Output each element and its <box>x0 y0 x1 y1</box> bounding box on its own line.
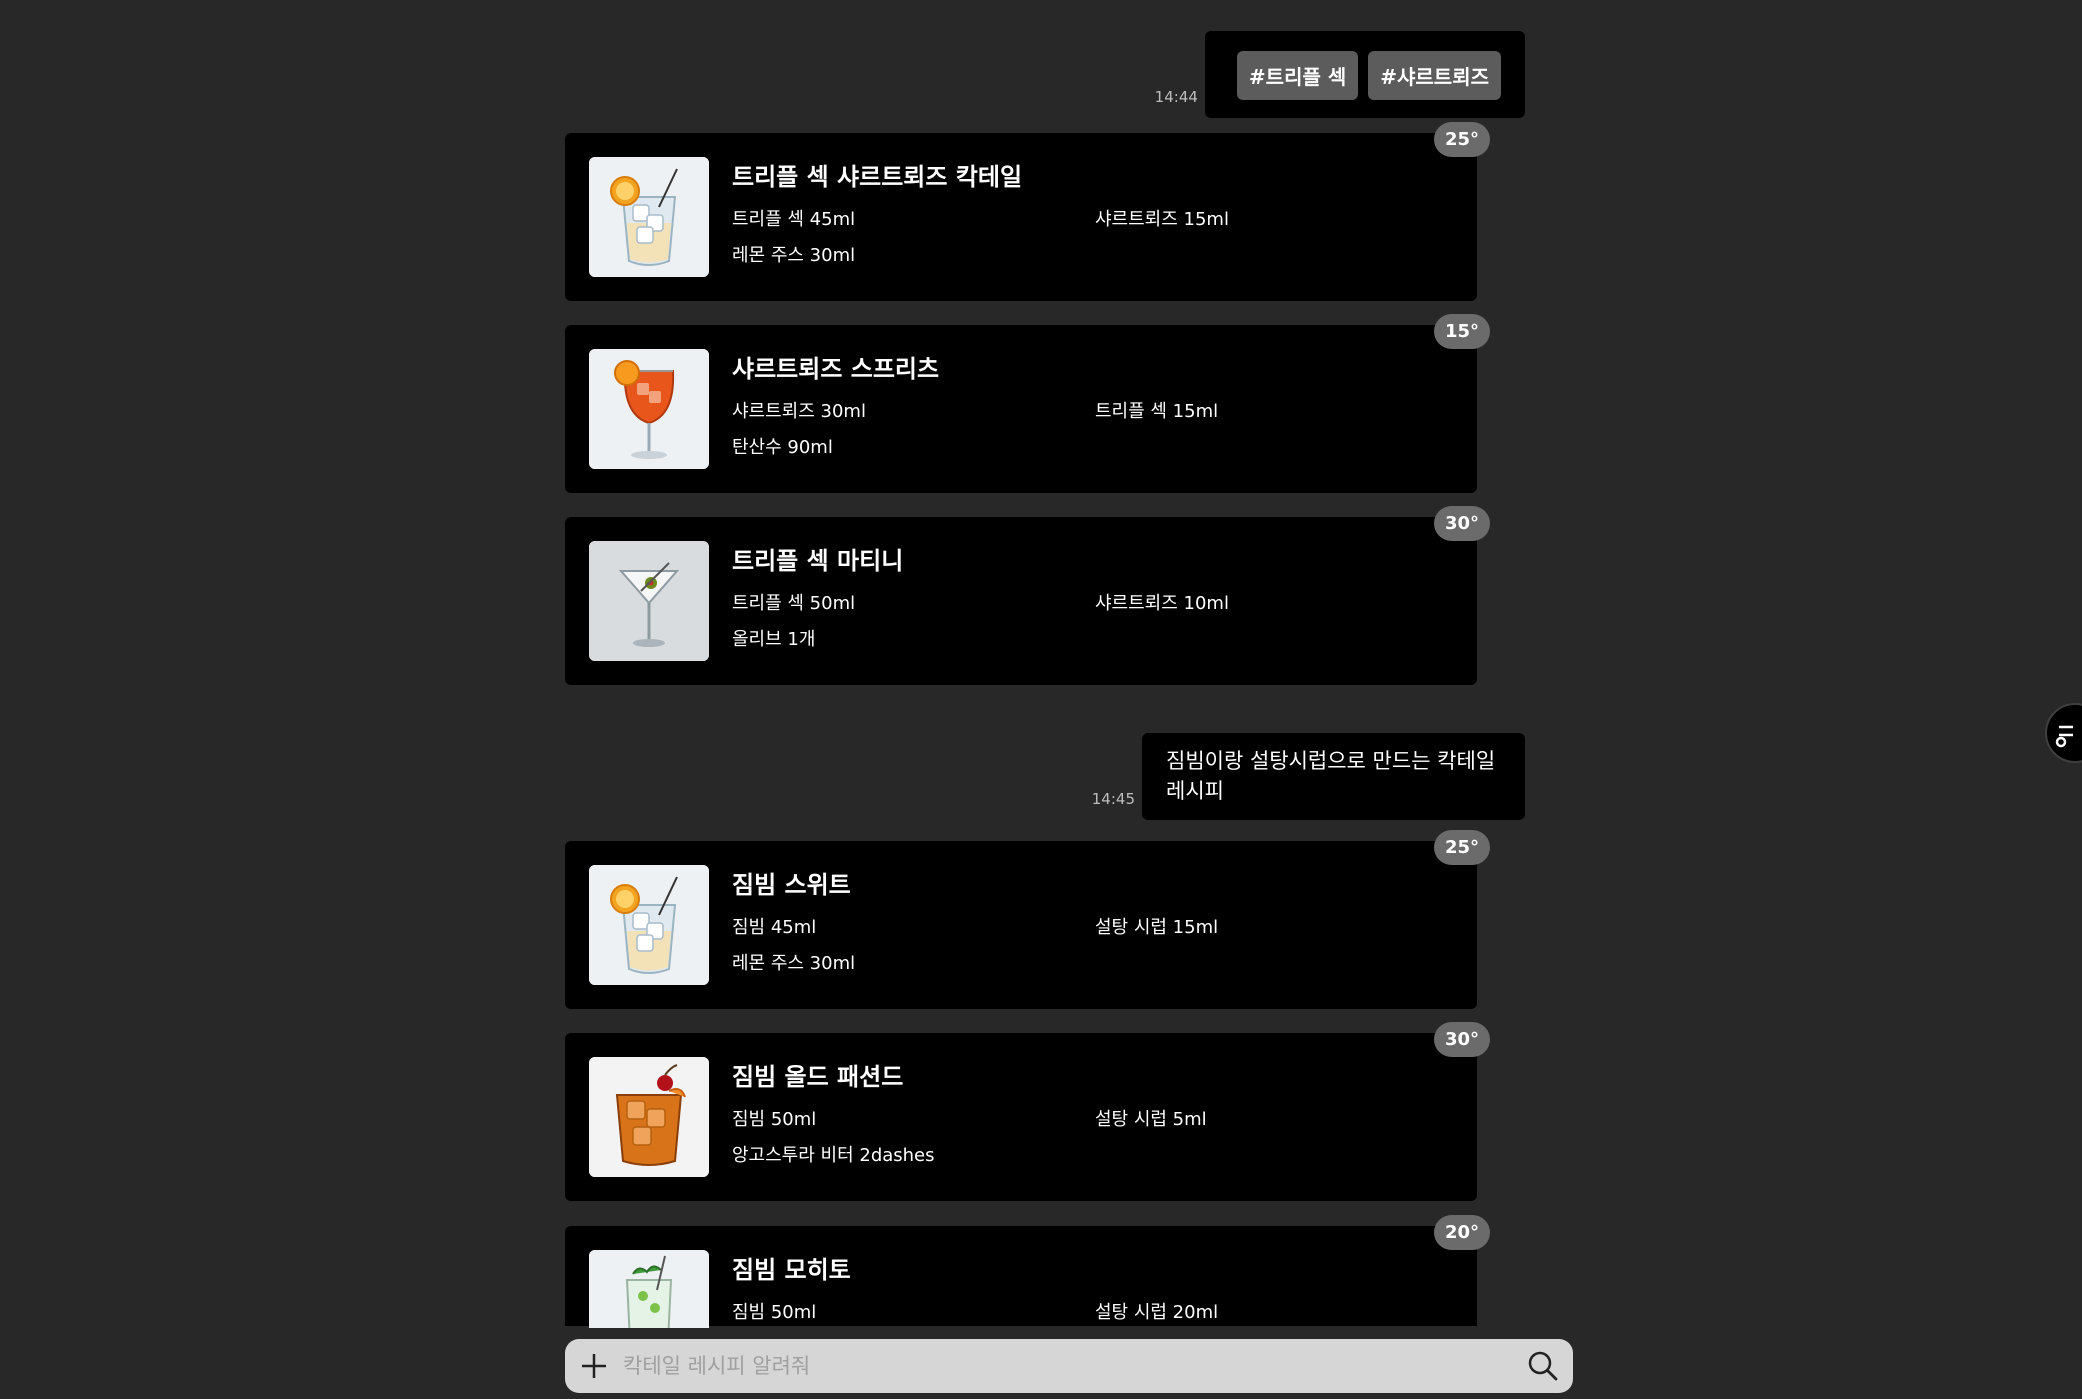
add-button[interactable] <box>579 1351 609 1381</box>
ingredient: 샤르트뢰즈 15ml <box>1095 209 1229 230</box>
ingredient: 짐빔 50ml <box>732 1109 817 1130</box>
old-fashioned-glass-icon <box>589 1057 709 1177</box>
message-time: 14:44 <box>1154 88 1198 106</box>
search-icon <box>1528 1351 1558 1381</box>
ingredient: 설탕 시럽 20ml <box>1095 1302 1219 1323</box>
ingredient: 설탕 시럽 15ml <box>1095 917 1219 938</box>
recipe-name: 짐빔 모히토 <box>732 1256 851 1284</box>
recipe-name: 짐빔 스위트 <box>732 871 851 899</box>
message-time: 14:45 <box>1091 790 1135 808</box>
ingredient: 레몬 주스 30ml <box>732 245 856 266</box>
recipe-card[interactable]: 트리플 섹 마티니 트리플 섹 50ml 샤르트뢰즈 10ml 올리브 1개 3… <box>565 506 1490 685</box>
search-input[interactable] <box>623 1347 1493 1385</box>
recipe-card[interactable]: 샤르트뢰즈 스프리츠 샤르트뢰즈 30ml 트리플 섹 15ml 탄산수 90m… <box>565 314 1490 493</box>
ingredient: 짐빔 45ml <box>732 917 817 938</box>
ingredient: 설탕 시럽 5ml <box>1095 1109 1207 1130</box>
recipe-card[interactable]: 짐빔 모히토 짐빔 50ml 설탕 시럽 20ml 20° <box>565 1215 1490 1328</box>
martini-glass-icon <box>589 541 709 661</box>
abv-badge: 25° <box>1433 830 1490 865</box>
tag-chip-triple-sec[interactable]: #트리플 섹 <box>1236 51 1359 100</box>
rocks-glass-with-orange-icon <box>589 157 709 277</box>
plus-icon <box>582 1354 606 1378</box>
spritz-wine-glass-icon <box>589 349 709 469</box>
ingredient: 앙고스투라 비터 2dashes <box>732 1145 935 1166</box>
ingredient: 샤르트뢰즈 30ml <box>732 401 866 422</box>
ingredient: 샤르트뢰즈 10ml <box>1095 593 1229 614</box>
recipe-card[interactable]: 트리플 섹 샤르트뢰즈 칵테일 트리플 섹 45ml 샤르트뢰즈 15ml 레몬… <box>565 122 1490 301</box>
ingredient: 트리플 섹 45ml <box>732 209 856 230</box>
recipe-card[interactable]: 짐빔 올드 패션드 짐빔 50ml 설탕 시럽 5ml 앙고스투라 비터 2da… <box>565 1022 1490 1201</box>
user-message-text: 14:45 짐빔이랑 설탕시럽으로 만드는 칵테일 레시피 <box>1092 733 1525 820</box>
ingredient: 올리브 1개 <box>732 629 816 650</box>
rocks-glass-with-orange-icon <box>589 865 709 985</box>
recipe-name: 샤르트뢰즈 스프리츠 <box>732 355 940 383</box>
recipe-name: 트리플 섹 마티니 <box>732 547 904 575</box>
abv-badge: 20° <box>1433 1215 1490 1250</box>
side-floating-button[interactable] <box>2045 703 2082 763</box>
recipe-name: 짐빔 올드 패션드 <box>732 1063 904 1091</box>
user-message-tags: 14:44 #트리플 섹 #샤르트뢰즈 <box>1155 31 1525 118</box>
abv-badge: 30° <box>1433 506 1490 541</box>
tag-bubble: #트리플 섹 #샤르트뢰즈 <box>1204 31 1525 118</box>
abv-badge: 30° <box>1433 1022 1490 1057</box>
chat-feed: 14:44 #트리플 섹 #샤르트뢰즈 트리플 섹 샤르트뢰즈 칵테일 트리플 … <box>0 0 2082 1328</box>
tag-chip-chartreuse[interactable]: #샤르트뢰즈 <box>1368 51 1501 100</box>
abv-badge: 25° <box>1433 122 1490 157</box>
ingredient: 트리플 섹 15ml <box>1095 401 1219 422</box>
ingredient: 탄산수 90ml <box>732 437 833 458</box>
message-bubble: 짐빔이랑 설탕시럽으로 만드는 칵테일 레시피 <box>1142 733 1525 820</box>
mojito-highball-glass-icon <box>589 1250 709 1328</box>
search-button[interactable] <box>1527 1350 1559 1382</box>
abv-badge: 15° <box>1433 314 1490 349</box>
chat-input-bar <box>565 1339 1573 1393</box>
ingredient: 짐빔 50ml <box>732 1302 817 1323</box>
ingredient: 트리플 섹 50ml <box>732 593 856 614</box>
filter-icon <box>2055 725 2073 748</box>
recipe-name: 트리플 섹 샤르트뢰즈 칵테일 <box>732 163 1023 191</box>
recipe-card[interactable]: 짐빔 스위트 짐빔 45ml 설탕 시럽 15ml 레몬 주스 30ml 25° <box>565 830 1490 1009</box>
ingredient: 레몬 주스 30ml <box>732 953 856 974</box>
